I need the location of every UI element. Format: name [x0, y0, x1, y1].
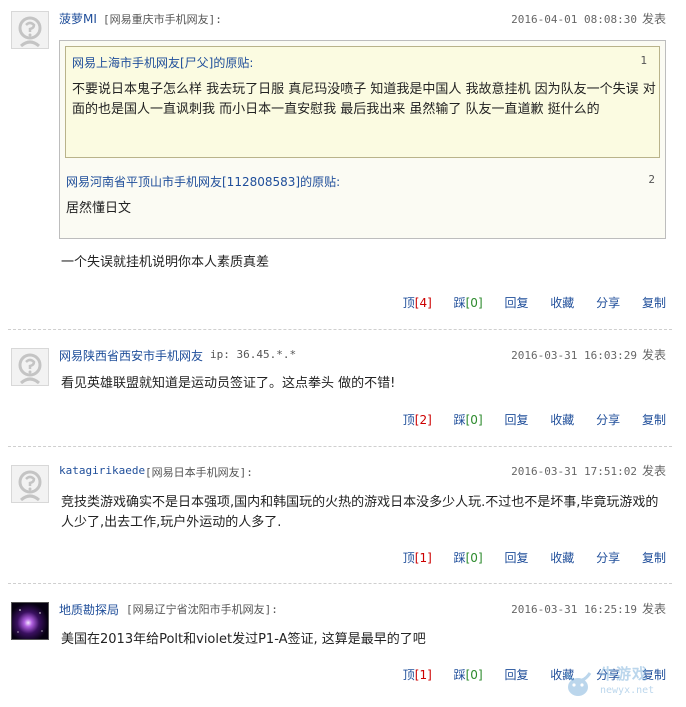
quote-floor-number: 1 [640, 54, 647, 67]
post-time: 2016-03-31 16:25:19 发表 [511, 602, 666, 616]
quote-block-inner: 网易上海市手机网友[尸父]的原贴: 1 不要说日本鬼子怎么样 我去玩了日服 真尼… [65, 46, 660, 158]
comment-actions: 顶[4] 踩[0] 回复 收藏 分享 复制 [385, 294, 666, 311]
post-time: 2016-03-31 16:03:29 发表 [511, 348, 666, 362]
username[interactable]: 网易陕西省西安市手机网友 [59, 347, 203, 364]
username[interactable]: katagirikaede [59, 464, 145, 477]
avatar[interactable] [11, 602, 49, 640]
default-avatar-icon [12, 466, 48, 502]
quote-text: 不要说日本鬼子怎么样 我去玩了日服 真尼玛没喷子 知道我是中国人 我故意挂机 因… [72, 82, 656, 117]
reply-button[interactable]: 回复 [504, 296, 528, 310]
site-watermark: 牛游戏 newyx.net [560, 663, 680, 703]
comment-actions: 顶[1] 踩[0] 回复 收藏 分享 复制 [385, 549, 666, 566]
user-location: [网易日本手机网友]: [145, 466, 253, 479]
comment-text: 美国在2013年给Polt和violet发过P1-A签证, 这算是最早的了吧 [61, 632, 426, 647]
reply-button[interactable]: 回复 [504, 551, 528, 565]
comment-text: 竞技类游戏确实不是日本强项,国内和韩国玩的火热的游戏日本没多少人玩.不过也不是坏… [61, 495, 659, 530]
favorite-button[interactable]: 收藏 [550, 413, 574, 427]
comment-text: 看见英雄联盟就知道是运动员签证了。这点拳头 做的不错! [61, 376, 396, 391]
watermark-text: 牛游戏 [600, 665, 649, 683]
share-button[interactable]: 分享 [596, 296, 620, 310]
down-vote-button[interactable]: 踩[0] [454, 551, 483, 565]
comment-text: 一个失误就挂机说明你本人素质真差 [61, 255, 270, 270]
default-avatar-icon [12, 12, 48, 48]
default-avatar-icon [12, 349, 48, 385]
quote-header[interactable]: 网易上海市手机网友[尸父]的原贴: [72, 54, 253, 71]
avatar[interactable] [11, 348, 49, 386]
up-vote-button[interactable]: 顶[1] [403, 551, 432, 565]
share-button[interactable]: 分享 [596, 413, 620, 427]
user-location: [网易辽宁省沈阳市手机网友]: [126, 603, 278, 616]
reply-button[interactable]: 回复 [504, 668, 528, 682]
comment-3: katagirikaede [网易日本手机网友]: 2016-03-31 17:… [0, 447, 686, 583]
reply-button[interactable]: 回复 [504, 413, 528, 427]
favorite-button[interactable]: 收藏 [550, 551, 574, 565]
post-time: 2016-03-31 17:51:02 发表 [511, 464, 666, 478]
favorite-button[interactable]: 收藏 [550, 296, 574, 310]
comment-2: 网易陕西省西安市手机网友 ip: 36.45.*.* 2016-03-31 16… [0, 330, 686, 446]
share-button[interactable]: 分享 [596, 551, 620, 565]
avatar[interactable] [11, 465, 49, 503]
user-ip: ip: 36.45.*.* [210, 348, 297, 361]
quote-text: 居然懂日文 [66, 201, 132, 216]
down-vote-button[interactable]: 踩[0] [454, 413, 483, 427]
user-location: [网易重庆市手机网友]: [103, 13, 222, 26]
avatar[interactable] [11, 11, 49, 49]
copy-button[interactable]: 复制 [642, 413, 666, 427]
copy-button[interactable]: 复制 [642, 551, 666, 565]
comment-1: 菠萝MI [网易重庆市手机网友]: 2016-04-01 08:08:30 发表 … [0, 0, 686, 330]
watermark-url: newyx.net [600, 685, 655, 696]
quote-floor-number: 2 [648, 173, 655, 186]
quote-header[interactable]: 网易河南省平顶山市手机网友[112808583]的原贴: [66, 173, 340, 190]
quote-block-outer: 网易上海市手机网友[尸父]的原贴: 1 不要说日本鬼子怎么样 我去玩了日服 真尼… [59, 40, 666, 239]
down-vote-button[interactable]: 踩[0] [454, 668, 483, 682]
up-vote-button[interactable]: 顶[2] [403, 413, 432, 427]
up-vote-button[interactable]: 顶[1] [403, 668, 432, 682]
post-time: 2016-04-01 08:08:30 发表 [511, 12, 666, 26]
galaxy-avatar-icon [12, 603, 48, 639]
up-vote-button[interactable]: 顶[4] [403, 296, 432, 310]
copy-button[interactable]: 复制 [642, 296, 666, 310]
username[interactable]: 地质勘探局 [59, 601, 119, 618]
down-vote-button[interactable]: 踩[0] [454, 296, 483, 310]
username[interactable]: 菠萝MI [59, 10, 97, 27]
comment-actions: 顶[2] 踩[0] 回复 收藏 分享 复制 [385, 411, 666, 428]
bull-logo-icon [564, 672, 592, 696]
